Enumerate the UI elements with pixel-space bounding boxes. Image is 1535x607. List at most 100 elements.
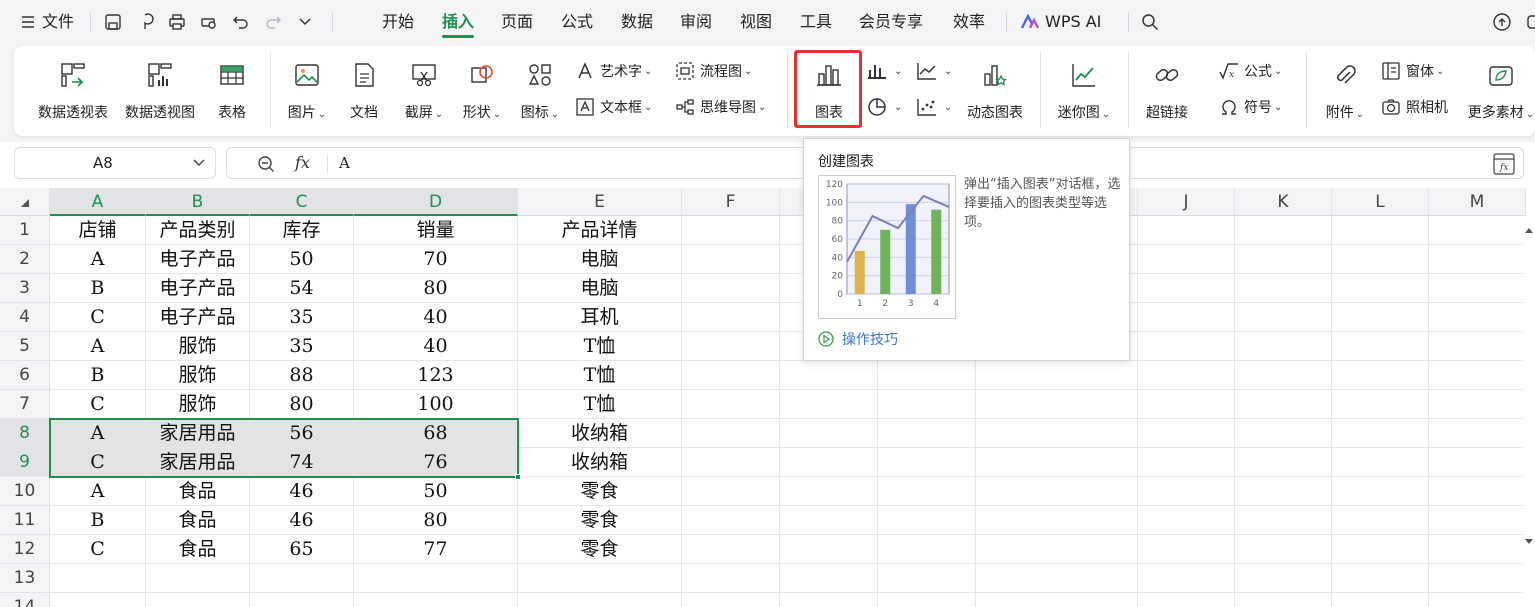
cell[interactable] <box>976 593 1138 607</box>
cell[interactable] <box>878 390 976 419</box>
cell[interactable]: 123 <box>354 361 518 390</box>
cell[interactable]: T恤 <box>518 361 682 390</box>
cell[interactable]: 100 <box>354 390 518 419</box>
select-all-corner[interactable] <box>0 188 50 216</box>
cell[interactable] <box>1332 448 1429 477</box>
cell[interactable] <box>682 448 780 477</box>
cell[interactable]: C <box>50 390 146 419</box>
cell[interactable]: A <box>50 477 146 506</box>
cell[interactable]: 家居用品 <box>146 448 250 477</box>
cell[interactable]: B <box>50 361 146 390</box>
cell[interactable] <box>780 564 878 593</box>
tips-link[interactable]: 操作技巧 <box>818 329 898 349</box>
cell[interactable]: 电子产品 <box>146 303 250 332</box>
cell[interactable] <box>1138 593 1235 607</box>
cell[interactable] <box>1332 332 1429 361</box>
cell[interactable] <box>976 477 1138 506</box>
cell[interactable] <box>878 448 976 477</box>
cell[interactable]: B <box>50 506 146 535</box>
row-header[interactable]: 10 <box>0 477 50 506</box>
cell[interactable] <box>1138 419 1235 448</box>
col-header-j[interactable]: J <box>1138 188 1235 216</box>
cell[interactable] <box>1235 303 1332 332</box>
cell[interactable] <box>976 535 1138 564</box>
scatter-chart-dropdown[interactable]: ⌄ <box>916 94 952 120</box>
cell[interactable] <box>1138 216 1235 245</box>
cell[interactable] <box>1429 419 1526 448</box>
row-header[interactable]: 5 <box>0 332 50 361</box>
cell[interactable]: T恤 <box>518 390 682 419</box>
tab-wps-ai[interactable]: WPS AI <box>1045 0 1101 44</box>
tab-member[interactable]: 会员专享 <box>859 0 923 44</box>
tab-tools[interactable]: 工具 <box>800 0 832 44</box>
cell[interactable] <box>682 535 780 564</box>
cell[interactable] <box>1138 274 1235 303</box>
tab-page[interactable]: 页面 <box>501 0 533 44</box>
expand-formula-icon[interactable]: fx <box>1493 153 1515 175</box>
cell[interactable] <box>878 361 976 390</box>
fx-icon[interactable]: fx <box>295 153 310 172</box>
cell[interactable]: 74 <box>250 448 354 477</box>
cell[interactable] <box>780 506 878 535</box>
cell[interactable] <box>518 593 682 607</box>
camera-button[interactable]: 照相机 <box>1380 94 1448 120</box>
tab-formula[interactable]: 公式 <box>561 0 593 44</box>
col-header-a[interactable]: A <box>50 188 146 216</box>
cell[interactable]: 46 <box>250 506 354 535</box>
cell[interactable] <box>682 245 780 274</box>
cell[interactable] <box>50 564 146 593</box>
search-icon[interactable] <box>1136 8 1164 36</box>
cell[interactable] <box>1138 390 1235 419</box>
cell[interactable]: 服饰 <box>146 390 250 419</box>
cell[interactable]: 54 <box>250 274 354 303</box>
chevron-down-icon[interactable] <box>291 8 319 36</box>
cell[interactable]: 电子产品 <box>146 274 250 303</box>
symbol-button[interactable]: 符号 ⌄ <box>1218 94 1282 120</box>
cell[interactable]: 库存 <box>250 216 354 245</box>
cell[interactable]: 家居用品 <box>146 419 250 448</box>
tab-view[interactable]: 视图 <box>740 0 772 44</box>
cell[interactable] <box>682 274 780 303</box>
cell[interactable]: 店铺 <box>50 216 146 245</box>
form-button[interactable]: 窗体 ⌄ <box>1380 58 1444 84</box>
row-header[interactable]: 13 <box>0 564 50 593</box>
cell[interactable]: 电脑 <box>518 274 682 303</box>
hamburger-icon[interactable] <box>14 8 42 36</box>
cell[interactable] <box>1235 216 1332 245</box>
name-box[interactable]: A8 <box>14 147 216 179</box>
row-header[interactable]: 3 <box>0 274 50 303</box>
cell[interactable] <box>354 593 518 607</box>
cell[interactable] <box>1138 245 1235 274</box>
cell[interactable] <box>1138 477 1235 506</box>
col-header-m[interactable]: M <box>1429 188 1526 216</box>
cell[interactable] <box>1332 274 1429 303</box>
tab-data[interactable]: 数据 <box>621 0 653 44</box>
cell[interactable] <box>780 419 878 448</box>
cell[interactable]: 46 <box>250 477 354 506</box>
cell[interactable]: 80 <box>354 274 518 303</box>
cell[interactable]: 80 <box>354 506 518 535</box>
sparkline-button[interactable]: 迷你图 ⌄ <box>1054 56 1114 126</box>
screenshot-button[interactable]: 截屏 ⌄ <box>400 56 448 126</box>
cell[interactable]: 电子产品 <box>146 245 250 274</box>
fill-handle[interactable] <box>515 474 521 480</box>
undo-icon[interactable] <box>227 8 255 36</box>
cell[interactable]: 40 <box>354 332 518 361</box>
cell[interactable]: 零食 <box>518 477 682 506</box>
cell[interactable] <box>250 564 354 593</box>
row-header[interactable]: 14 <box>0 593 50 607</box>
cell[interactable]: 65 <box>250 535 354 564</box>
cell[interactable] <box>1429 535 1526 564</box>
cell[interactable]: 88 <box>250 361 354 390</box>
cell[interactable] <box>1429 216 1526 245</box>
line-chart-dropdown[interactable]: ⌄ <box>916 58 952 84</box>
cell[interactable] <box>780 535 878 564</box>
cell[interactable] <box>682 477 780 506</box>
cell[interactable]: 70 <box>354 245 518 274</box>
cell[interactable] <box>682 332 780 361</box>
cell[interactable] <box>1138 506 1235 535</box>
cell[interactable] <box>1332 361 1429 390</box>
cell[interactable] <box>682 506 780 535</box>
attachment-button[interactable]: 附件 ⌄ <box>1320 56 1370 126</box>
cell[interactable] <box>976 419 1138 448</box>
